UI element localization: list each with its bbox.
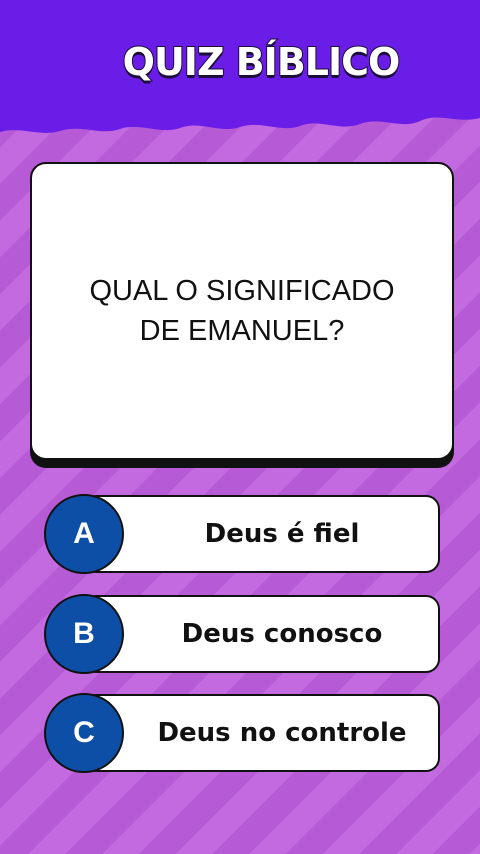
question-card: QUAL O SIGNIFICADO DE EMANUEL? (30, 162, 454, 460)
answer-option-b[interactable]: B Deus conosco (44, 594, 440, 675)
answer-label: Deus é fiel (204, 519, 360, 549)
answer-option-c[interactable]: C Deus no controle (44, 693, 440, 774)
answer-label: Deus no controle (157, 718, 407, 748)
question-text: QUAL O SIGNIFICADO DE EMANUEL? (89, 275, 395, 347)
answer-label: Deus conosco (181, 619, 383, 649)
page-title: QUIZ BÍBLICO (122, 39, 402, 85)
answer-letter-badge: A (44, 494, 124, 574)
answer-letter-badge: C (44, 693, 124, 773)
answer-letter-badge: B (44, 594, 124, 674)
answer-option-a[interactable]: A Deus é fiel (44, 494, 440, 575)
header-banner: QUIZ BÍBLICO (0, 0, 480, 140)
